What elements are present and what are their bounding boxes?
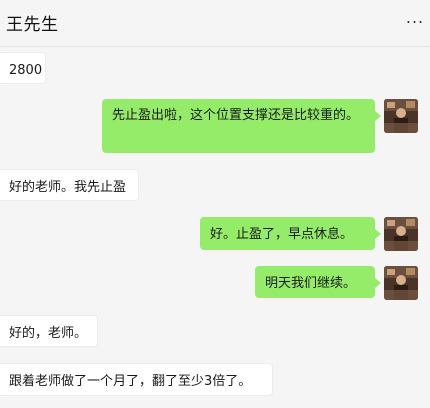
message-bubble-outgoing: 先止盈出啦，这个位置支撑还是比较重的。: [102, 99, 381, 153]
message-bubble-outgoing: 好。止盈了，早点休息。: [200, 217, 381, 250]
avatar-photo-icon: [384, 266, 418, 300]
message-text: 跟着老师做了一个月了，翻了至少3倍了。: [9, 374, 252, 389]
avatar[interactable]: [384, 217, 418, 251]
message-text: 好。止盈了，早点休息。: [210, 227, 354, 242]
avatar[interactable]: [384, 266, 418, 300]
message-bubble-incoming: 好的老师。我先止盈: [0, 169, 139, 201]
chat-header: 王先生 ...: [0, 0, 430, 47]
message-text: 好的，老师。: [9, 326, 88, 341]
message-bubble-outgoing: 明天我们继续。: [255, 266, 381, 298]
avatar-photo-icon: [384, 99, 418, 133]
more-options-button[interactable]: ...: [404, 6, 426, 30]
message-text: 好的老师。我先止盈: [9, 180, 127, 195]
message-bubble-incoming: 跟着老师做了一个月了，翻了至少3倍了。: [0, 363, 273, 396]
avatar[interactable]: [384, 99, 418, 133]
message-text: 2800: [9, 63, 43, 78]
message-text: 明天我们继续。: [265, 276, 357, 291]
contact-name: 王先生: [6, 15, 59, 35]
avatar-photo-icon: [384, 217, 418, 251]
message-bubble-incoming: 2800: [0, 52, 46, 84]
message-bubble-incoming: 好的，老师。: [0, 315, 98, 347]
message-text: 先止盈出啦，这个位置支撑还是比较重的。: [112, 108, 360, 123]
